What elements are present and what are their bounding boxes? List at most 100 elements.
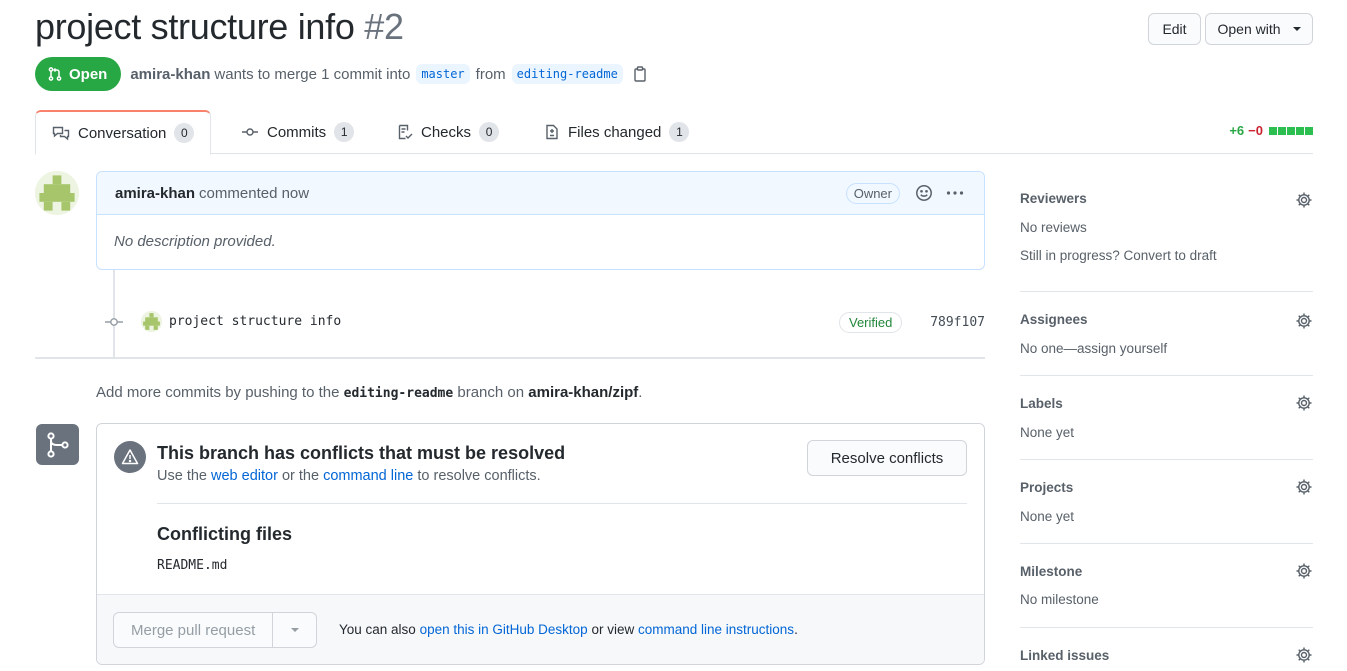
diffstat: +6 −0 — [1229, 123, 1313, 138]
gear-icon[interactable] — [1295, 312, 1313, 330]
identicon-icon — [141, 311, 162, 332]
projects-title[interactable]: Projects — [1020, 480, 1073, 495]
milestone-title[interactable]: Milestone — [1020, 564, 1082, 579]
merge-button-group: Merge pull request — [113, 612, 318, 648]
git-pull-request-icon — [48, 67, 62, 81]
command-line-link[interactable]: command line — [323, 468, 413, 484]
merge-hint-3: . — [794, 622, 798, 637]
push-hint-middle: branch on — [457, 384, 525, 401]
push-hint-branch: editing-readme — [343, 386, 454, 401]
convert-to-draft-link[interactable]: Still in progress? Convert to draft — [1020, 248, 1217, 263]
git-branch-icon — [46, 431, 69, 458]
comment-author[interactable]: amira-khan — [115, 185, 195, 202]
tab-checks[interactable]: Checks 0 — [381, 110, 515, 154]
pr-tabs: Conversation 0 Commits 1 Checks 0 Files … — [35, 110, 1313, 155]
tab-conversation-label: Conversation — [78, 124, 167, 142]
reviewers-title[interactable]: Reviewers — [1020, 191, 1087, 206]
tab-checks-label: Checks — [421, 123, 472, 141]
gear-icon[interactable] — [1295, 191, 1313, 209]
open-with-label: Open with — [1217, 21, 1281, 37]
owner-badge: Owner — [845, 183, 900, 204]
identicon-icon — [35, 171, 79, 215]
conflict-title: This branch has conflicts that must be r… — [157, 443, 566, 463]
clipboard-icon[interactable] — [633, 66, 647, 82]
assignees-title[interactable]: Assignees — [1020, 312, 1088, 327]
gear-icon[interactable] — [1295, 478, 1313, 496]
checklist-icon — [398, 124, 413, 140]
pr-number: #2 — [364, 6, 404, 47]
conflicting-file: README.md — [157, 558, 228, 573]
sidebar-labels: Labels None yet — [1020, 376, 1313, 460]
sidebar-linked-issues: Linked issues — [1020, 628, 1313, 671]
chevron-down-icon — [290, 628, 299, 632]
state-label: Open — [69, 65, 108, 83]
command-line-instructions-link[interactable]: command line instructions — [638, 622, 794, 637]
pr-meta: Open amira-khan wants to merge 1 commit … — [35, 57, 647, 91]
milestone-text: No milestone — [1020, 592, 1099, 607]
comment-discussion-icon — [52, 126, 70, 141]
merge-pull-request-button[interactable]: Merge pull request — [113, 612, 274, 648]
merge-hint-1: You can also — [339, 622, 416, 637]
web-editor-link[interactable]: web editor — [211, 468, 278, 484]
assignees-text[interactable]: No one—assign yourself — [1020, 341, 1167, 356]
head-branch[interactable]: editing-readme — [511, 64, 623, 84]
gear-icon[interactable] — [1295, 646, 1313, 664]
sidebar-assignees: Assignees No one—assign yourself — [1020, 292, 1313, 376]
linked-issues-title[interactable]: Linked issues — [1020, 648, 1109, 663]
merge-separator — [157, 503, 967, 504]
github-desktop-link[interactable]: open this in GitHub Desktop — [420, 622, 588, 637]
meta-text-1: wants to merge 1 commit into — [214, 65, 411, 83]
base-branch[interactable]: master — [416, 64, 470, 84]
gear-icon[interactable] — [1295, 394, 1313, 412]
sidebar-milestone: Milestone No milestone — [1020, 544, 1313, 628]
author-link[interactable]: amira-khan — [130, 66, 210, 83]
commit-row: project structure info Verified 789f107 — [104, 308, 985, 336]
tab-conversation-count: 0 — [174, 123, 195, 143]
sidebar-reviewers: Reviewers No reviews Still in progress? … — [1020, 172, 1313, 292]
projects-text: None yet — [1020, 509, 1075, 524]
commit-sha[interactable]: 789f107 — [930, 315, 985, 330]
merge-hint-2: or view — [591, 622, 635, 637]
diffstat-additions: +6 — [1229, 123, 1245, 138]
merge-hint: You can also open this in GitHub Desktop… — [339, 622, 798, 637]
conflict-sub-1: Use the — [157, 468, 207, 484]
merge-box: This branch has conflicts that must be r… — [96, 423, 985, 665]
labels-title[interactable]: Labels — [1020, 396, 1063, 411]
resolve-conflicts-button[interactable]: Resolve conflicts — [807, 440, 967, 476]
alert-icon — [121, 449, 139, 465]
chevron-down-icon — [1292, 27, 1301, 31]
pr-title-text: project structure info — [35, 6, 355, 47]
kebab-horizontal-icon[interactable] — [946, 184, 964, 202]
reviewers-text: No reviews — [1020, 220, 1087, 235]
avatar[interactable] — [35, 171, 79, 215]
commit-message[interactable]: project structure info — [169, 314, 341, 329]
merge-footer: Merge pull request You can also open thi… — [97, 594, 984, 664]
gear-icon[interactable] — [1295, 562, 1313, 580]
tab-commits-count: 1 — [334, 122, 355, 142]
tab-commits[interactable]: Commits 1 — [225, 110, 370, 154]
labels-text: None yet — [1020, 425, 1075, 440]
alert-circle — [114, 441, 146, 473]
file-diff-icon — [546, 124, 558, 140]
sidebar-projects: Projects None yet — [1020, 460, 1313, 544]
commit-avatar[interactable] — [141, 311, 162, 332]
push-hint-repo: amira-khan/zipf — [528, 384, 639, 401]
comment-body: No description provided. — [114, 233, 276, 250]
push-hint-prefix: Add more commits by pushing to the — [96, 384, 340, 401]
merge-status-icon-box — [36, 424, 79, 465]
diffstat-blocks — [1269, 126, 1313, 135]
tab-files-changed[interactable]: Files changed 1 — [528, 110, 705, 154]
tab-commits-label: Commits — [267, 123, 327, 141]
conflict-sub-2: or the — [281, 468, 320, 484]
push-hint-suffix: . — [638, 384, 643, 401]
smiley-icon[interactable] — [915, 184, 933, 202]
open-with-button[interactable]: Open with — [1205, 13, 1313, 45]
meta-text-2: from — [475, 65, 506, 83]
tab-conversation[interactable]: Conversation 0 — [35, 110, 212, 155]
comment-box: amira-khan commented now Owner No descri… — [96, 171, 985, 270]
edit-button[interactable]: Edit — [1148, 13, 1201, 45]
pr-title: project structure info #2 — [35, 6, 404, 48]
verified-badge[interactable]: Verified — [839, 312, 903, 333]
tab-files-changed-count: 1 — [669, 122, 690, 142]
merge-method-dropdown[interactable] — [273, 612, 318, 648]
